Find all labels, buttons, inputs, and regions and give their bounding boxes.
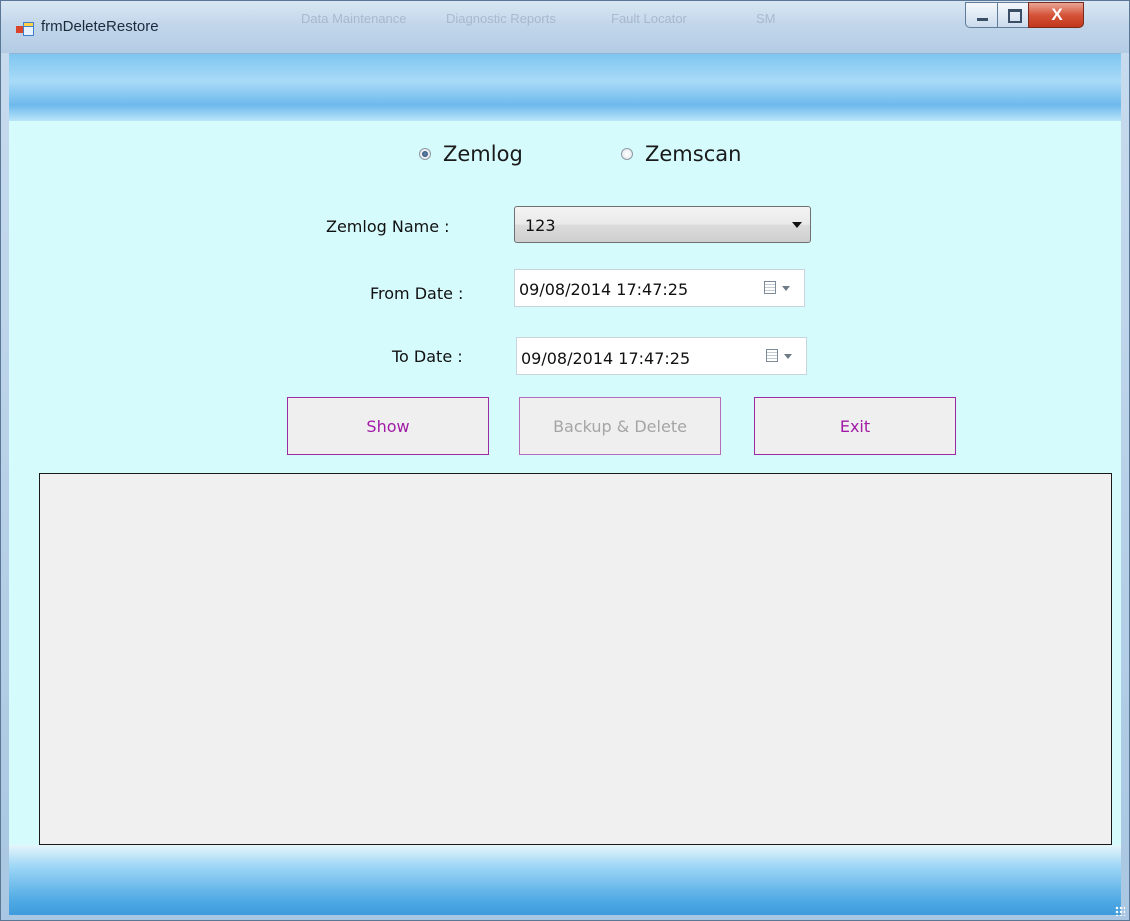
background-menu-item: Diagnostic Reports xyxy=(446,11,556,26)
radio-checked-icon xyxy=(419,148,431,160)
dropdown-arrow-icon xyxy=(792,222,802,228)
radio-zemscan-label: Zemscan xyxy=(645,142,742,166)
minimize-button[interactable] xyxy=(965,2,998,28)
minimize-icon xyxy=(977,18,988,21)
zemlog-name-dropdown[interactable]: 123 xyxy=(514,206,811,243)
to-date-value: 09/08/2014 17:47:25 xyxy=(521,349,691,368)
exit-button[interactable]: Exit xyxy=(754,397,956,455)
background-menu-item: SM xyxy=(756,11,776,26)
backup-delete-button[interactable]: Backup & Delete xyxy=(519,397,721,455)
show-button[interactable]: Show xyxy=(287,397,489,455)
chevron-down-icon[interactable] xyxy=(782,286,790,291)
window-title: frmDeleteRestore xyxy=(41,18,159,35)
background-menu-item: Data Maintenance xyxy=(301,11,407,26)
close-button[interactable]: X xyxy=(1028,2,1084,28)
radio-zemlog[interactable]: Zemlog xyxy=(419,142,523,166)
close-icon: X xyxy=(1051,5,1063,24)
calendar-icon[interactable] xyxy=(764,281,776,294)
maximize-icon xyxy=(1008,9,1022,23)
radio-unchecked-icon xyxy=(621,148,633,160)
from-date-picker[interactable]: 09/08/2014 17:47:25 xyxy=(514,269,805,307)
data-grid[interactable] xyxy=(39,473,1112,845)
radio-zemlog-label: Zemlog xyxy=(443,142,523,166)
to-date-picker[interactable]: 09/08/2014 17:47:25 xyxy=(516,337,807,375)
application-window: frmDeleteRestore Data Maintenance Diagno… xyxy=(0,0,1130,921)
calendar-icon[interactable] xyxy=(766,349,778,362)
resize-grip-icon[interactable] xyxy=(1115,906,1125,916)
background-menu-item: Fault Locator xyxy=(611,11,687,26)
form-icon xyxy=(16,22,34,36)
to-date-label: To Date : xyxy=(392,347,463,366)
zemlog-name-value: 123 xyxy=(525,216,556,235)
title-bar[interactable]: frmDeleteRestore Data Maintenance Diagno… xyxy=(1,1,1129,53)
from-date-value: 09/08/2014 17:47:25 xyxy=(519,280,689,299)
footer-banner xyxy=(9,845,1121,915)
chevron-down-icon[interactable] xyxy=(784,354,792,359)
header-banner xyxy=(9,53,1121,122)
zemlog-name-label: Zemlog Name : xyxy=(326,217,450,236)
radio-zemscan[interactable]: Zemscan xyxy=(621,142,741,166)
from-date-label: From Date : xyxy=(370,284,464,303)
maximize-button[interactable] xyxy=(997,2,1029,28)
